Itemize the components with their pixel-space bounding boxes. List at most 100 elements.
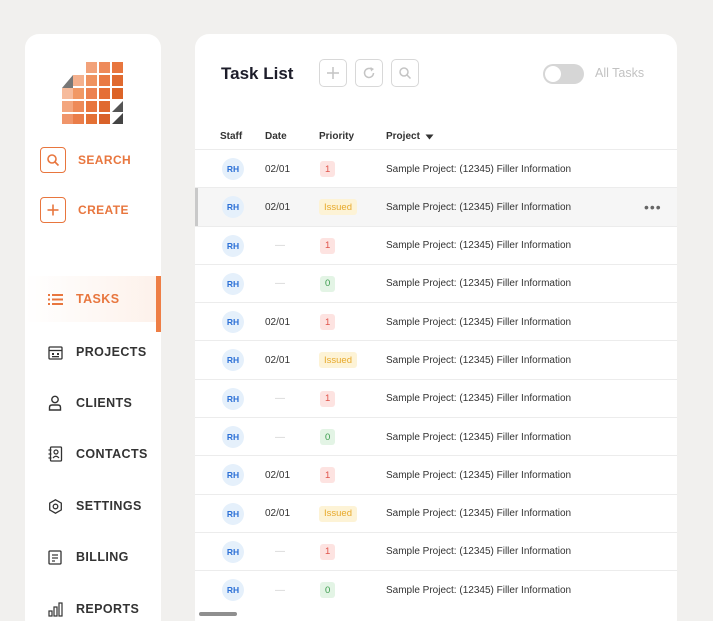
table-row[interactable]: RH — 1 Sample Project: (12345) Filler Infor… (195, 378, 677, 418)
sort-down-icon (425, 134, 434, 139)
staff-cell: RH (222, 303, 244, 341)
avatar[interactable]: RH (222, 387, 244, 410)
sidebar-item-contacts[interactable]: CONTACTS (25, 431, 161, 477)
priority-badge: Issued (319, 352, 357, 369)
staff-cell: RH (222, 533, 244, 571)
date-cell: — (275, 393, 285, 405)
horizontal-scroll-thumb[interactable] (199, 612, 237, 616)
column-header-project[interactable]: Project (386, 131, 434, 142)
avatar[interactable]: RH (222, 311, 244, 334)
add-task-button[interactable] (319, 59, 347, 87)
all-tasks-toggle[interactable] (543, 64, 584, 84)
avatar[interactable]: RH (222, 234, 244, 257)
refresh-button[interactable] (355, 59, 383, 87)
search-icon (40, 147, 66, 173)
priority-badge: 1 (320, 161, 336, 177)
avatar[interactable]: RH (222, 272, 244, 295)
table-row[interactable]: RH — 1 Sample Project: (12345) Filler Infor… (195, 225, 677, 264)
table-row[interactable]: RH 02/01 Issued Sample Project: (12345) Fil… (195, 187, 677, 226)
search-action[interactable]: SEARCH (40, 147, 131, 173)
sidebar-item-settings[interactable]: SETTINGS (25, 483, 161, 529)
sidebar-item-reports[interactable]: REPORTS (25, 586, 161, 621)
column-header-priority[interactable]: Priority (319, 131, 354, 142)
date-cell: 02/01 (265, 163, 291, 175)
avatar[interactable]: RH (222, 502, 244, 525)
priority-badge: 1 (320, 467, 336, 484)
date-cell: — (275, 240, 285, 252)
table-row[interactable]: RH — 0 Sample Project: (12345) Filler Infor… (195, 570, 677, 608)
sidebar-item-tasks[interactable]: TASKS (25, 276, 161, 332)
plus-icon (40, 197, 66, 223)
project-cell: Sample Project: (12345) Filler Informati… (386, 163, 572, 175)
sidebar-item-label: BILLING (76, 550, 129, 564)
avatar[interactable]: RH (222, 196, 244, 219)
priority-cell: 1 (320, 380, 336, 418)
priority-cell: 0 (320, 265, 336, 303)
priority-badge: 1 (320, 543, 336, 560)
column-header-date[interactable]: Date (265, 131, 287, 142)
table-row[interactable]: RH — 0 Sample Project: (12345) Filler Infor… (195, 263, 677, 303)
table-row[interactable]: RH 02/01 1 Sample Project: (12345) Filler I… (195, 302, 677, 340)
date-cell: — (275, 546, 285, 558)
staff-cell: RH (222, 150, 244, 188)
search-icon (399, 67, 412, 80)
priority-cell: Issued (319, 495, 357, 533)
priority-badge: Issued (319, 199, 357, 216)
table-row[interactable]: RH — 0 Sample Project: (12345) Filler Infor… (195, 417, 677, 455)
staff-cell: RH (222, 456, 244, 494)
create-action-label: CREATE (78, 203, 129, 217)
sidebar-item-label: TASKS (76, 292, 120, 306)
page-title: Task List (221, 64, 294, 83)
sidebar-item-projects[interactable]: PROJECTS (25, 329, 161, 375)
priority-cell: 1 (320, 456, 336, 494)
staff-cell: RH (222, 341, 244, 379)
priority-badge: 0 (320, 275, 336, 292)
avatar[interactable]: RH (222, 579, 244, 602)
receipt-icon (47, 549, 63, 565)
table-row[interactable]: RH 02/01 Issued Sample Project: (12345) Fil… (195, 493, 677, 533)
table-row[interactable]: RH — 1 Sample Project: (12345) Filler Infor… (195, 531, 677, 571)
task-table: RH 02/01 1 Sample Project: (12345) Filler I… (195, 149, 677, 609)
avatar[interactable]: RH (222, 464, 244, 487)
project-cell: Sample Project: (12345) Filler Informati… (386, 584, 572, 596)
sidebar: SEARCH CREATE TASKS PROJECTS CLIENTS CON… (25, 34, 161, 621)
project-cell: Sample Project: (12345) Filler Informati… (386, 431, 572, 443)
table-row[interactable]: RH 02/01 Issued Sample Project: (12345) Fil… (195, 340, 677, 378)
table-row[interactable]: RH 02/01 1 Sample Project: (12345) Filler I… (195, 149, 677, 187)
contact-book-icon (47, 446, 63, 462)
project-cell: Sample Project: (12345) Filler Informati… (386, 508, 572, 520)
gear-icon (47, 498, 63, 514)
date-cell: 02/01 (265, 316, 291, 328)
project-cell: Sample Project: (12345) Filler Informati… (386, 278, 572, 290)
sidebar-item-clients[interactable]: CLIENTS (25, 380, 161, 426)
project-cell: Sample Project: (12345) Filler Informati… (386, 240, 572, 252)
date-cell: — (275, 278, 285, 290)
column-header-project-label: Project (386, 131, 420, 142)
table-row[interactable]: RH 02/01 1 Sample Project: (12345) Filler I… (195, 455, 677, 493)
date-cell: 02/01 (265, 469, 291, 481)
avatar[interactable]: RH (222, 426, 244, 449)
column-header-staff[interactable]: Staff (220, 131, 242, 142)
date-cell: 02/01 (265, 354, 291, 366)
priority-cell: 0 (320, 571, 336, 609)
plus-icon (327, 67, 339, 79)
avatar[interactable]: RH (222, 158, 244, 180)
priority-badge: 0 (320, 582, 336, 599)
sidebar-item-label: REPORTS (76, 602, 140, 616)
project-cell: Sample Project: (12345) Filler Informati… (386, 201, 572, 213)
date-cell: 02/01 (265, 201, 291, 213)
staff-cell: RH (222, 571, 244, 609)
logo-icon (62, 62, 123, 124)
priority-badge: 1 (320, 237, 336, 254)
priority-cell: 1 (320, 303, 336, 341)
sidebar-item-billing[interactable]: BILLING (25, 534, 161, 580)
avatar[interactable]: RH (222, 540, 244, 563)
priority-cell: 1 (320, 533, 336, 571)
search-tasks-button[interactable] (391, 59, 419, 87)
create-action[interactable]: CREATE (40, 197, 129, 223)
user-icon (47, 395, 63, 411)
staff-cell: RH (222, 188, 244, 226)
avatar[interactable]: RH (222, 349, 244, 372)
more-options-icon[interactable]: ••• (644, 188, 662, 226)
priority-cell: Issued (319, 341, 357, 379)
